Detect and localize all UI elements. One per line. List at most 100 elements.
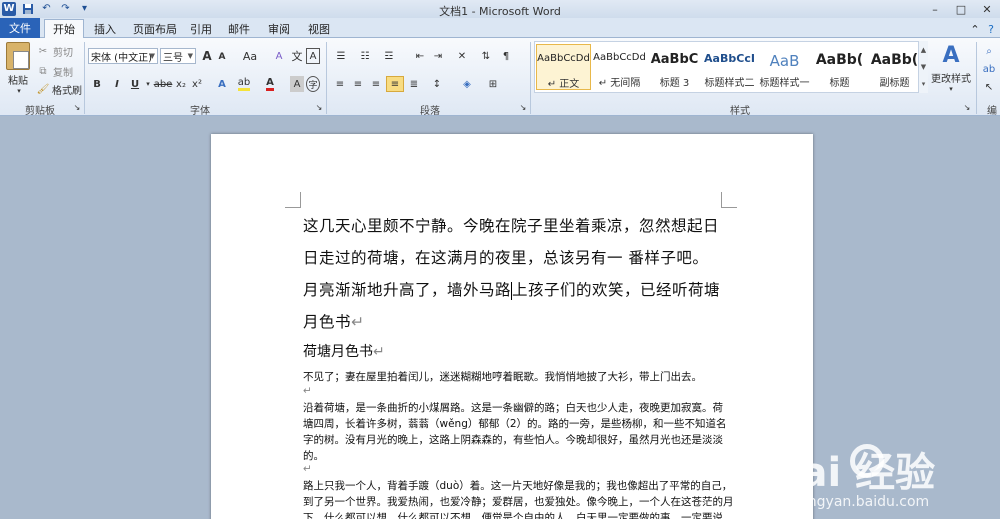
style-sample: AaB (769, 52, 800, 70)
grow-font-button[interactable]: A (200, 48, 214, 64)
font-size-select[interactable]: 三号 ▼ (160, 48, 196, 64)
paste-button[interactable]: 粘贴 (4, 72, 32, 87)
borders-icon[interactable]: ⊞ (484, 76, 502, 92)
margin-corner-mark (285, 192, 301, 208)
tab-references[interactable]: 引用 (188, 20, 214, 38)
minimize-icon[interactable]: – (922, 0, 948, 18)
paragraph-mark: ↵ (303, 463, 312, 475)
subscript-button[interactable]: x₂ (174, 76, 188, 92)
multilevel-list-icon[interactable]: ☲ (380, 48, 398, 64)
style-no-spacing[interactable]: AaBbCcDd ↵ 无间隔 (592, 44, 647, 90)
line-spacing-icon[interactable]: ↕ (428, 76, 446, 92)
tab-review[interactable]: 审阅 (266, 20, 292, 38)
shrink-font-button[interactable]: A (216, 50, 228, 64)
paste-dropdown-icon[interactable]: ▾ (14, 86, 24, 96)
chinese-layout-icon[interactable]: ✕ (452, 48, 472, 64)
phonetic-guide-button[interactable]: 文 (290, 48, 304, 64)
text-segment: 月亮渐渐地升高了，墙外马路 (303, 281, 512, 299)
scroll-down-icon[interactable]: ▼ (921, 63, 926, 71)
clipboard-group-label: 剪贴板 (25, 106, 55, 117)
change-styles-icon[interactable]: A (936, 42, 966, 68)
replace-icon[interactable]: ab (980, 62, 998, 76)
select-icon[interactable]: ↖ (980, 80, 998, 94)
justify-icon[interactable]: ≡ (386, 76, 404, 92)
ribbon-home: 粘贴 ▾ ✂ 剪切 ⧉ 复制 🖌 格式刷 剪贴板 ↘ 宋体 (中文正) ▼ 三号… (0, 38, 1000, 117)
align-center-icon[interactable]: ≡ (350, 76, 366, 92)
style-heading-two[interactable]: AaBbCcI 标题样式二 (702, 44, 757, 90)
styles-gallery: AaBbCcDd ↵ 正文 AaBbCcDd ↵ 无间隔 AaBbC 标题 3 … (534, 41, 926, 93)
style-sample: AaBbCcDd (593, 52, 646, 63)
change-styles-button[interactable]: 更改样式 (930, 70, 972, 85)
text-line: 路上只我一个人，背着手踱（duò）着。这一片天地好像是我的；我也像超出了平常的自… (303, 480, 733, 492)
style-heading-3[interactable]: AaBbC 标题 3 (647, 44, 702, 90)
maximize-icon[interactable]: □ (948, 0, 974, 18)
align-left-icon[interactable]: ≡ (332, 76, 348, 92)
cut-icon[interactable]: ✂ (36, 44, 50, 58)
enclose-characters-icon[interactable]: 字 (306, 76, 320, 92)
copy-icon[interactable]: ⧉ (36, 64, 50, 78)
style-normal[interactable]: AaBbCcDd ↵ 正文 (536, 44, 591, 90)
font-name-select[interactable]: 宋体 (中文正) ▼ (88, 48, 158, 64)
font-launcher-icon[interactable]: ↘ (314, 102, 324, 112)
help-icon[interactable]: ? (984, 20, 998, 38)
superscript-button[interactable]: x² (190, 76, 204, 92)
strikethrough-button[interactable]: abe (154, 76, 173, 92)
character-border-button[interactable]: A (306, 48, 320, 64)
sort-icon[interactable]: ⇅ (478, 48, 494, 64)
paragraph-mark: ↵ (303, 385, 312, 397)
bold-button[interactable]: B (90, 76, 104, 92)
close-icon[interactable]: ✕ (974, 0, 1000, 18)
highlight-icon[interactable]: ab (236, 76, 252, 92)
font-color-icon[interactable]: A (262, 76, 278, 92)
decrease-indent-icon[interactable]: ⇤ (412, 48, 428, 64)
distributed-icon[interactable]: ≣ (406, 76, 422, 92)
bullets-icon[interactable]: ☰ (332, 48, 350, 64)
align-right-icon[interactable]: ≡ (368, 76, 384, 92)
find-icon[interactable]: ⌕ (980, 44, 998, 58)
copy-button[interactable]: 复制 (52, 64, 74, 79)
paragraph-launcher-icon[interactable]: ↘ (518, 102, 528, 112)
tab-page-layout[interactable]: 页面布局 (130, 20, 180, 38)
style-sample: AaBbCcDd (537, 53, 590, 64)
italic-button[interactable]: I (110, 76, 124, 92)
format-painter-icon[interactable]: 🖌 (36, 82, 50, 96)
styles-scroll[interactable]: ▲ ▼ ▾ (918, 41, 928, 93)
text-line: 塘四周，长着许多树，蓊蓊（wěng）郁郁（2）的。路的一旁，是些杨柳，和一些不知… (303, 418, 727, 430)
scroll-up-icon[interactable]: ▲ (921, 46, 926, 54)
numbering-icon[interactable]: ☷ (356, 48, 374, 64)
clipboard-launcher-icon[interactable]: ↘ (72, 102, 82, 112)
tab-insert[interactable]: 插入 (92, 20, 118, 38)
style-title[interactable]: AaBb( 标题 (812, 44, 867, 90)
chevron-down-icon: ▼ (187, 52, 193, 60)
paste-icon[interactable] (6, 42, 30, 70)
format-painter-button[interactable]: 格式刷 (52, 82, 82, 97)
underline-button[interactable]: U (128, 76, 142, 92)
underline-dropdown-icon[interactable]: ▾ (144, 76, 152, 92)
font-group-label: 字体 (190, 106, 210, 117)
style-heading-one[interactable]: AaB 标题样式一 (757, 44, 812, 90)
text-line: 月色书↵ (303, 310, 365, 332)
change-case-button[interactable]: Aa (240, 48, 260, 64)
tab-mailings[interactable]: 邮件 (226, 20, 252, 38)
more-icon[interactable]: ▾ (922, 80, 926, 88)
increase-indent-icon[interactable]: ⇥ (430, 48, 446, 64)
clear-formatting-button[interactable]: A (272, 48, 286, 64)
shading-icon[interactable]: ◈ (458, 76, 476, 92)
change-styles-dropdown-icon[interactable]: ▾ (946, 84, 956, 94)
font-size-value: 三号 (163, 52, 183, 64)
tab-view[interactable]: 视图 (306, 20, 332, 38)
cut-button[interactable]: 剪切 (52, 44, 74, 59)
character-shading-icon[interactable]: A (290, 76, 304, 92)
text-line: 沿着荷塘，是一条曲折的小煤屑路。这是一条幽僻的路；白天也少人走，夜晚更加寂寞。荷 (303, 402, 723, 414)
text-effects-icon[interactable]: A (214, 76, 230, 92)
document-page[interactable]: 这几天心里颇不宁静。今晚在院子里坐着乘凉，忽然想起日 日走过的荷塘，在这满月的夜… (211, 134, 813, 519)
ribbon-divider (976, 42, 977, 114)
styles-launcher-icon[interactable]: ↘ (962, 102, 972, 112)
text-line: 月亮渐渐地升高了，墙外马路上孩子们的欢笑，已经听荷塘 (303, 278, 720, 300)
show-formatting-marks-icon[interactable]: ¶ (498, 48, 514, 64)
styles-group-label: 样式 (730, 106, 750, 117)
ribbon-minimize-icon[interactable]: ⌃ (968, 20, 982, 38)
style-subtitle[interactable]: AaBb( 副标题 (867, 44, 922, 90)
tab-home[interactable]: 开始 (44, 19, 84, 38)
tab-file[interactable]: 文件 (0, 18, 40, 38)
